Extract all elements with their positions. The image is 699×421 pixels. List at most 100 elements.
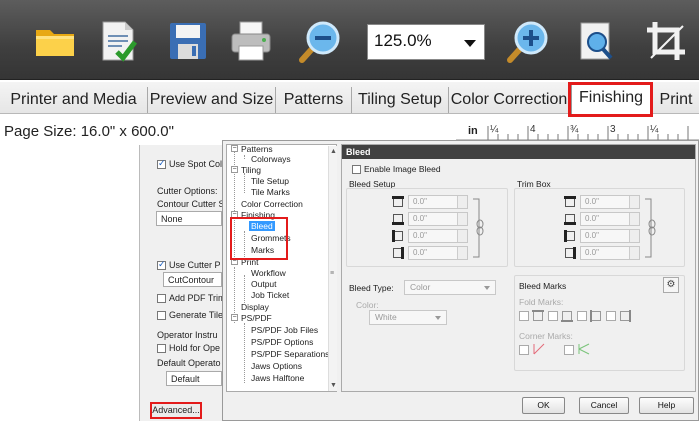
checkbox-mark [157,294,166,304]
tree-item-jaws-halftone[interactable]: Jaws Halftone [251,373,304,383]
tab-print[interactable]: Print [653,87,699,113]
default-operator-select[interactable]: Default [166,371,222,386]
bleed-panel-title: Bleed [342,145,695,159]
save-icon[interactable] [165,18,211,64]
corner-mark-red-icon [533,343,545,355]
application-window: 125.0% Printer and Media Preview and Siz… [0,0,699,421]
fold-marks-label: Fold Marks: [519,297,564,307]
add-pdf-trim-checkbox[interactable]: Add PDF Trim [157,293,226,304]
use-spot-colors-label: Use Spot Col [169,159,223,169]
corner-marks-label: Corner Marks: [519,331,573,341]
generate-tile-checkbox[interactable]: Generate Tile [157,310,224,321]
main-toolbar: 125.0% [0,0,699,80]
ruler-mark: 3 [610,124,616,135]
tree-item-ps-pdf-options[interactable]: PS/PDF Options [251,337,313,347]
bottom-edge-icon [564,214,576,225]
tree-connector [244,275,245,303]
ruler-mark: ¾ [570,124,579,135]
tab-patterns[interactable]: Patterns [276,87,352,113]
ok-button[interactable]: OK [522,397,565,414]
tree-item-ps-pdf[interactable]: PS/PDF [241,313,272,323]
tree-item-color-correction[interactable]: Color Correction [241,199,303,209]
tab-preview-and-size[interactable]: Preview and Size [148,87,276,113]
bleed-type-value: Color [410,282,431,292]
checkbox-mark [157,344,166,354]
ruler-mark: ¼ [650,123,659,135]
scroll-down-icon[interactable]: ▼ [330,382,337,389]
document-check-icon[interactable] [95,18,141,64]
link-chain-icon[interactable] [643,197,657,259]
tree-item-colorways[interactable]: Colorways [251,154,291,164]
tree-item-ps-pdf-job-files[interactable]: PS/PDF Job Files [251,325,318,335]
tree-item-workflow[interactable]: Workflow [251,268,286,278]
trim-right-input[interactable]: 0.0" [580,246,640,260]
scroll-grip-icon[interactable]: ≡ [330,270,334,277]
bottom-edge-icon [392,214,404,225]
tree-scrollbar[interactable]: ▲ ≡ ▼ [328,146,337,391]
fold-mark-checkbox[interactable] [577,311,587,321]
zoom-value: 125.0% [374,31,432,50]
advanced-button[interactable]: Advanced... [150,402,202,419]
trim-top-input[interactable]: 0.0" [580,195,640,209]
gear-icon[interactable]: ⚙ [663,277,679,293]
tree-item-job-ticket[interactable]: Job Ticket [251,290,289,300]
zoom-page-icon[interactable] [573,18,619,64]
link-chain-icon[interactable] [471,197,485,259]
zoom-select[interactable]: 125.0% [367,24,485,60]
tree-item-patterns[interactable]: Patterns [241,144,273,154]
color-value: White [375,312,397,322]
tree-connector [244,155,245,159]
cut-contour-field[interactable]: CutContour [163,272,222,287]
use-cutter-checkbox[interactable]: Use Cutter P [157,259,221,271]
tab-tiling-setup[interactable]: Tiling Setup [352,87,449,113]
help-button[interactable]: Help [639,397,694,414]
tree-item-display[interactable]: Display [241,302,269,312]
checkbox-mark [157,259,166,271]
scroll-up-icon[interactable]: ▲ [330,148,337,155]
tree-item-ps-pdf-separations[interactable]: PS/PDF Separations [251,349,329,359]
right-edge-icon [565,247,576,259]
printer-icon[interactable] [228,18,274,64]
color-select[interactable]: White [369,310,447,325]
hold-for-operator-checkbox[interactable]: Hold for Ope [157,343,220,354]
color-label: Color: [356,300,379,310]
generate-tile-label: Generate Tile [169,310,224,320]
tree-item-jaws-options[interactable]: Jaws Options [251,361,302,371]
cancel-button[interactable]: Cancel [579,397,629,414]
bleed-type-select[interactable]: Color [404,280,496,295]
trim-left-input[interactable]: 0.0" [580,229,640,243]
enable-image-bleed-checkbox[interactable]: Enable Image Bleed [352,164,441,175]
tree-item-tile-marks[interactable]: Tile Marks [251,187,290,197]
crop-icon[interactable] [643,18,689,64]
tree-item-tiling[interactable]: Tiling [241,165,261,175]
folder-icon[interactable] [32,18,78,64]
horizontal-ruler: ¼ 4 ¾ 3 ¼ [456,123,699,141]
tree-connector [244,323,245,383]
tab-color-correction[interactable]: Color Correction [449,87,570,113]
zoom-out-icon[interactable] [297,18,343,64]
top-edge-icon [392,196,404,207]
collapse-icon[interactable]: − [231,145,238,152]
bleed-left-input[interactable]: 0.0" [408,229,468,243]
corner-mark-checkbox[interactable] [519,345,529,355]
fold-mark-checkbox[interactable] [519,311,529,321]
contour-cutter-select[interactable]: None [156,211,222,226]
tab-printer-and-media[interactable]: Printer and Media [0,87,148,113]
bleed-right-input[interactable]: 0.0" [408,246,468,260]
bleed-type-label: Bleed Type: [349,283,394,293]
bleed-top-input[interactable]: 0.0" [408,195,468,209]
ruler-mark: 4 [530,124,536,135]
corner-mark-checkbox[interactable] [564,345,574,355]
use-spot-colors-checkbox[interactable]: Use Spot Col [157,158,223,170]
trim-bottom-input[interactable]: 0.0" [580,212,640,226]
ruler-mark: ¼ [490,123,499,135]
tree-item-output[interactable]: Output [251,279,277,289]
collapse-icon[interactable]: − [231,314,238,321]
fold-mark-checkbox[interactable] [548,311,558,321]
collapse-icon[interactable]: − [231,166,238,173]
tree-item-tile-setup[interactable]: Tile Setup [251,176,289,186]
fold-mark-checkbox[interactable] [606,311,616,321]
bleed-bottom-input[interactable]: 0.0" [408,212,468,226]
zoom-in-icon[interactable] [505,18,551,64]
contour-cutter-value: None [161,214,183,224]
